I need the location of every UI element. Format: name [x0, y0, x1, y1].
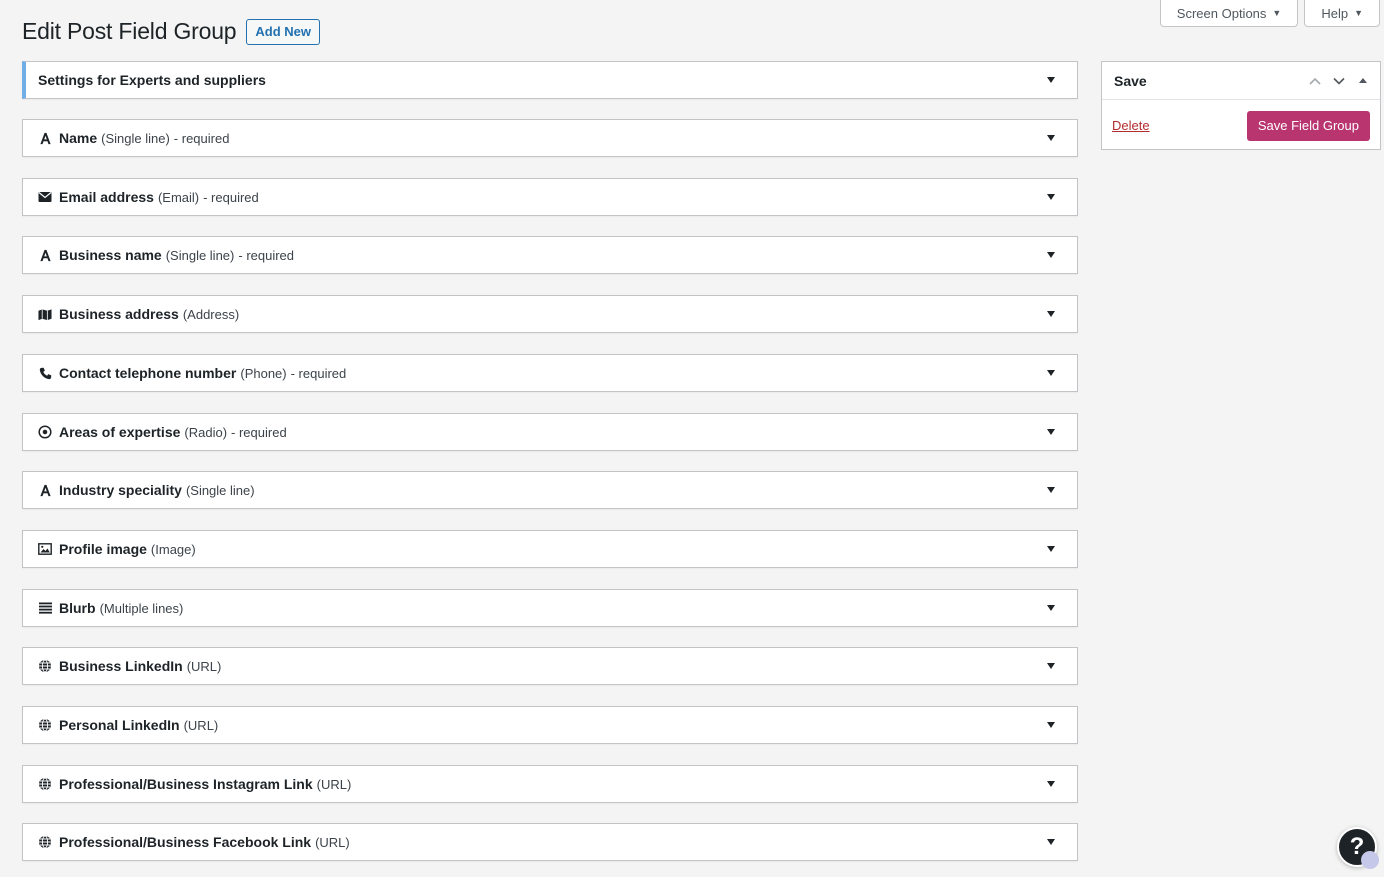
- globe-icon: [38, 659, 52, 673]
- help-badge-dot: [1361, 851, 1379, 869]
- field-name: Name: [59, 130, 98, 146]
- field-panel[interactable]: Business name (Single line) - required: [22, 236, 1078, 274]
- field-type: (Address): [182, 306, 240, 322]
- save-box-header: Save: [1102, 62, 1380, 100]
- field-type: (Phone): [240, 365, 287, 381]
- chevron-up-icon[interactable]: [1308, 74, 1322, 88]
- field-name: Contact telephone number: [59, 365, 237, 381]
- field-required-flag: - required: [173, 130, 230, 146]
- field-name: Personal LinkedIn: [59, 717, 180, 733]
- text-a-icon: [38, 248, 52, 262]
- save-field-group-button[interactable]: Save Field Group: [1246, 110, 1370, 141]
- text-a-icon: [38, 483, 52, 497]
- field-required-flag: - required: [231, 424, 287, 440]
- toggle-arrow-icon[interactable]: [1047, 839, 1055, 845]
- field-panel[interactable]: Contact telephone number (Phone) - require…: [22, 354, 1078, 392]
- field-required-flag: - required: [203, 189, 259, 205]
- field-type: (Email): [157, 189, 200, 205]
- add-new-button[interactable]: Add New: [246, 18, 321, 45]
- map-icon: [38, 307, 52, 321]
- field-name: Industry speciality: [59, 482, 182, 498]
- field-panel[interactable]: Business address (Address): [22, 295, 1078, 333]
- image-icon: [38, 542, 52, 556]
- settings-panel[interactable]: Settings for Experts and suppliers: [22, 61, 1078, 99]
- help-label: Help: [1321, 5, 1349, 21]
- chevron-down-icon[interactable]: [1332, 74, 1346, 88]
- field-name: Business address: [59, 306, 179, 322]
- field-type: (Image): [150, 541, 196, 557]
- field-name: Professional/Business Instagram Link: [59, 776, 313, 792]
- save-box-title: Save: [1114, 72, 1147, 89]
- field-panel[interactable]: Name (Single line) - required: [22, 119, 1078, 157]
- field-name: Professional/Business Facebook Link: [59, 834, 312, 850]
- field-panel[interactable]: Industry speciality (Single line): [22, 471, 1078, 509]
- help-tab[interactable]: Help ▼: [1304, 0, 1380, 27]
- radio-icon: [38, 425, 52, 439]
- toggle-arrow-icon[interactable]: [1047, 546, 1055, 552]
- screen-options-label: Screen Options: [1176, 5, 1267, 21]
- field-type: (URL): [316, 776, 352, 792]
- globe-icon: [38, 835, 52, 849]
- save-box-body: Delete Save Field Group: [1102, 100, 1380, 151]
- page-header: Edit Post Field Group Add New: [22, 18, 321, 45]
- field-type: (URL): [183, 717, 219, 733]
- page-title: Edit Post Field Group: [22, 18, 237, 44]
- screen-meta-links: Screen Options ▼ Help ▼: [1159, 0, 1380, 27]
- toggle-arrow-icon[interactable]: [1047, 487, 1055, 493]
- phone-icon: [38, 366, 52, 380]
- field-required-flag: - required: [290, 365, 347, 381]
- field-panel[interactable]: Email address (Email) - required: [22, 178, 1078, 216]
- field-name: Profile image: [59, 541, 147, 557]
- settings-panel-label: Settings for Experts and suppliers: [38, 72, 266, 88]
- field-name: Areas of expertise: [59, 424, 181, 440]
- box-controls: [1308, 62, 1370, 99]
- field-panel[interactable]: Profile image (Image): [22, 530, 1078, 568]
- field-panel[interactable]: Business LinkedIn (URL): [22, 647, 1078, 685]
- field-panel[interactable]: Professional/Business Instagram Link (URL…: [22, 765, 1078, 803]
- toggle-arrow-icon[interactable]: [1047, 605, 1055, 611]
- field-name: Blurb: [59, 600, 96, 616]
- globe-icon: [38, 777, 52, 791]
- field-type: (Radio): [184, 424, 228, 440]
- save-box: Save Delete Save Field Group: [1101, 61, 1381, 150]
- screen-options-tab[interactable]: Screen Options ▼: [1159, 0, 1299, 27]
- toggle-arrow-icon[interactable]: [1047, 429, 1055, 435]
- field-panel[interactable]: Personal LinkedIn (URL): [22, 706, 1078, 744]
- caret-down-icon: ▼: [1354, 8, 1363, 18]
- field-type: (URL): [315, 834, 350, 850]
- field-panel[interactable]: Blurb (Multiple lines): [22, 589, 1078, 627]
- field-name: Email address: [59, 189, 154, 205]
- globe-icon: [38, 718, 52, 732]
- text-a-icon: [38, 131, 52, 145]
- field-name: Business LinkedIn: [59, 658, 183, 674]
- toggle-arrow-icon[interactable]: [1047, 370, 1055, 376]
- toggle-arrow-icon[interactable]: [1047, 722, 1055, 728]
- field-type: (Single line): [185, 482, 255, 498]
- toggle-arrow-icon[interactable]: [1047, 311, 1055, 317]
- envelope-icon: [38, 190, 52, 204]
- delete-link[interactable]: Delete: [1112, 118, 1150, 133]
- toggle-arrow-icon[interactable]: [1047, 194, 1055, 200]
- field-name: Business name: [59, 247, 162, 263]
- toggle-arrow-icon[interactable]: [1047, 77, 1055, 83]
- lines-icon: [38, 601, 52, 615]
- field-type: (Multiple lines): [99, 600, 184, 616]
- field-type: (URL): [186, 658, 222, 674]
- collapse-arrow-icon[interactable]: [1356, 74, 1370, 88]
- toggle-arrow-icon[interactable]: [1047, 663, 1055, 669]
- help-bubble-button[interactable]: ?: [1337, 827, 1379, 869]
- field-panel[interactable]: Professional/Business Facebook Link (URL): [22, 823, 1078, 861]
- field-type: (Single line): [101, 130, 170, 146]
- field-panel[interactable]: Areas of expertise (Radio) - required: [22, 413, 1078, 451]
- toggle-arrow-icon[interactable]: [1047, 781, 1055, 787]
- field-required-flag: - required: [238, 247, 295, 263]
- toggle-arrow-icon[interactable]: [1047, 135, 1055, 141]
- caret-down-icon: ▼: [1272, 8, 1282, 18]
- toggle-arrow-icon[interactable]: [1047, 252, 1055, 258]
- field-type: (Single line): [165, 247, 235, 263]
